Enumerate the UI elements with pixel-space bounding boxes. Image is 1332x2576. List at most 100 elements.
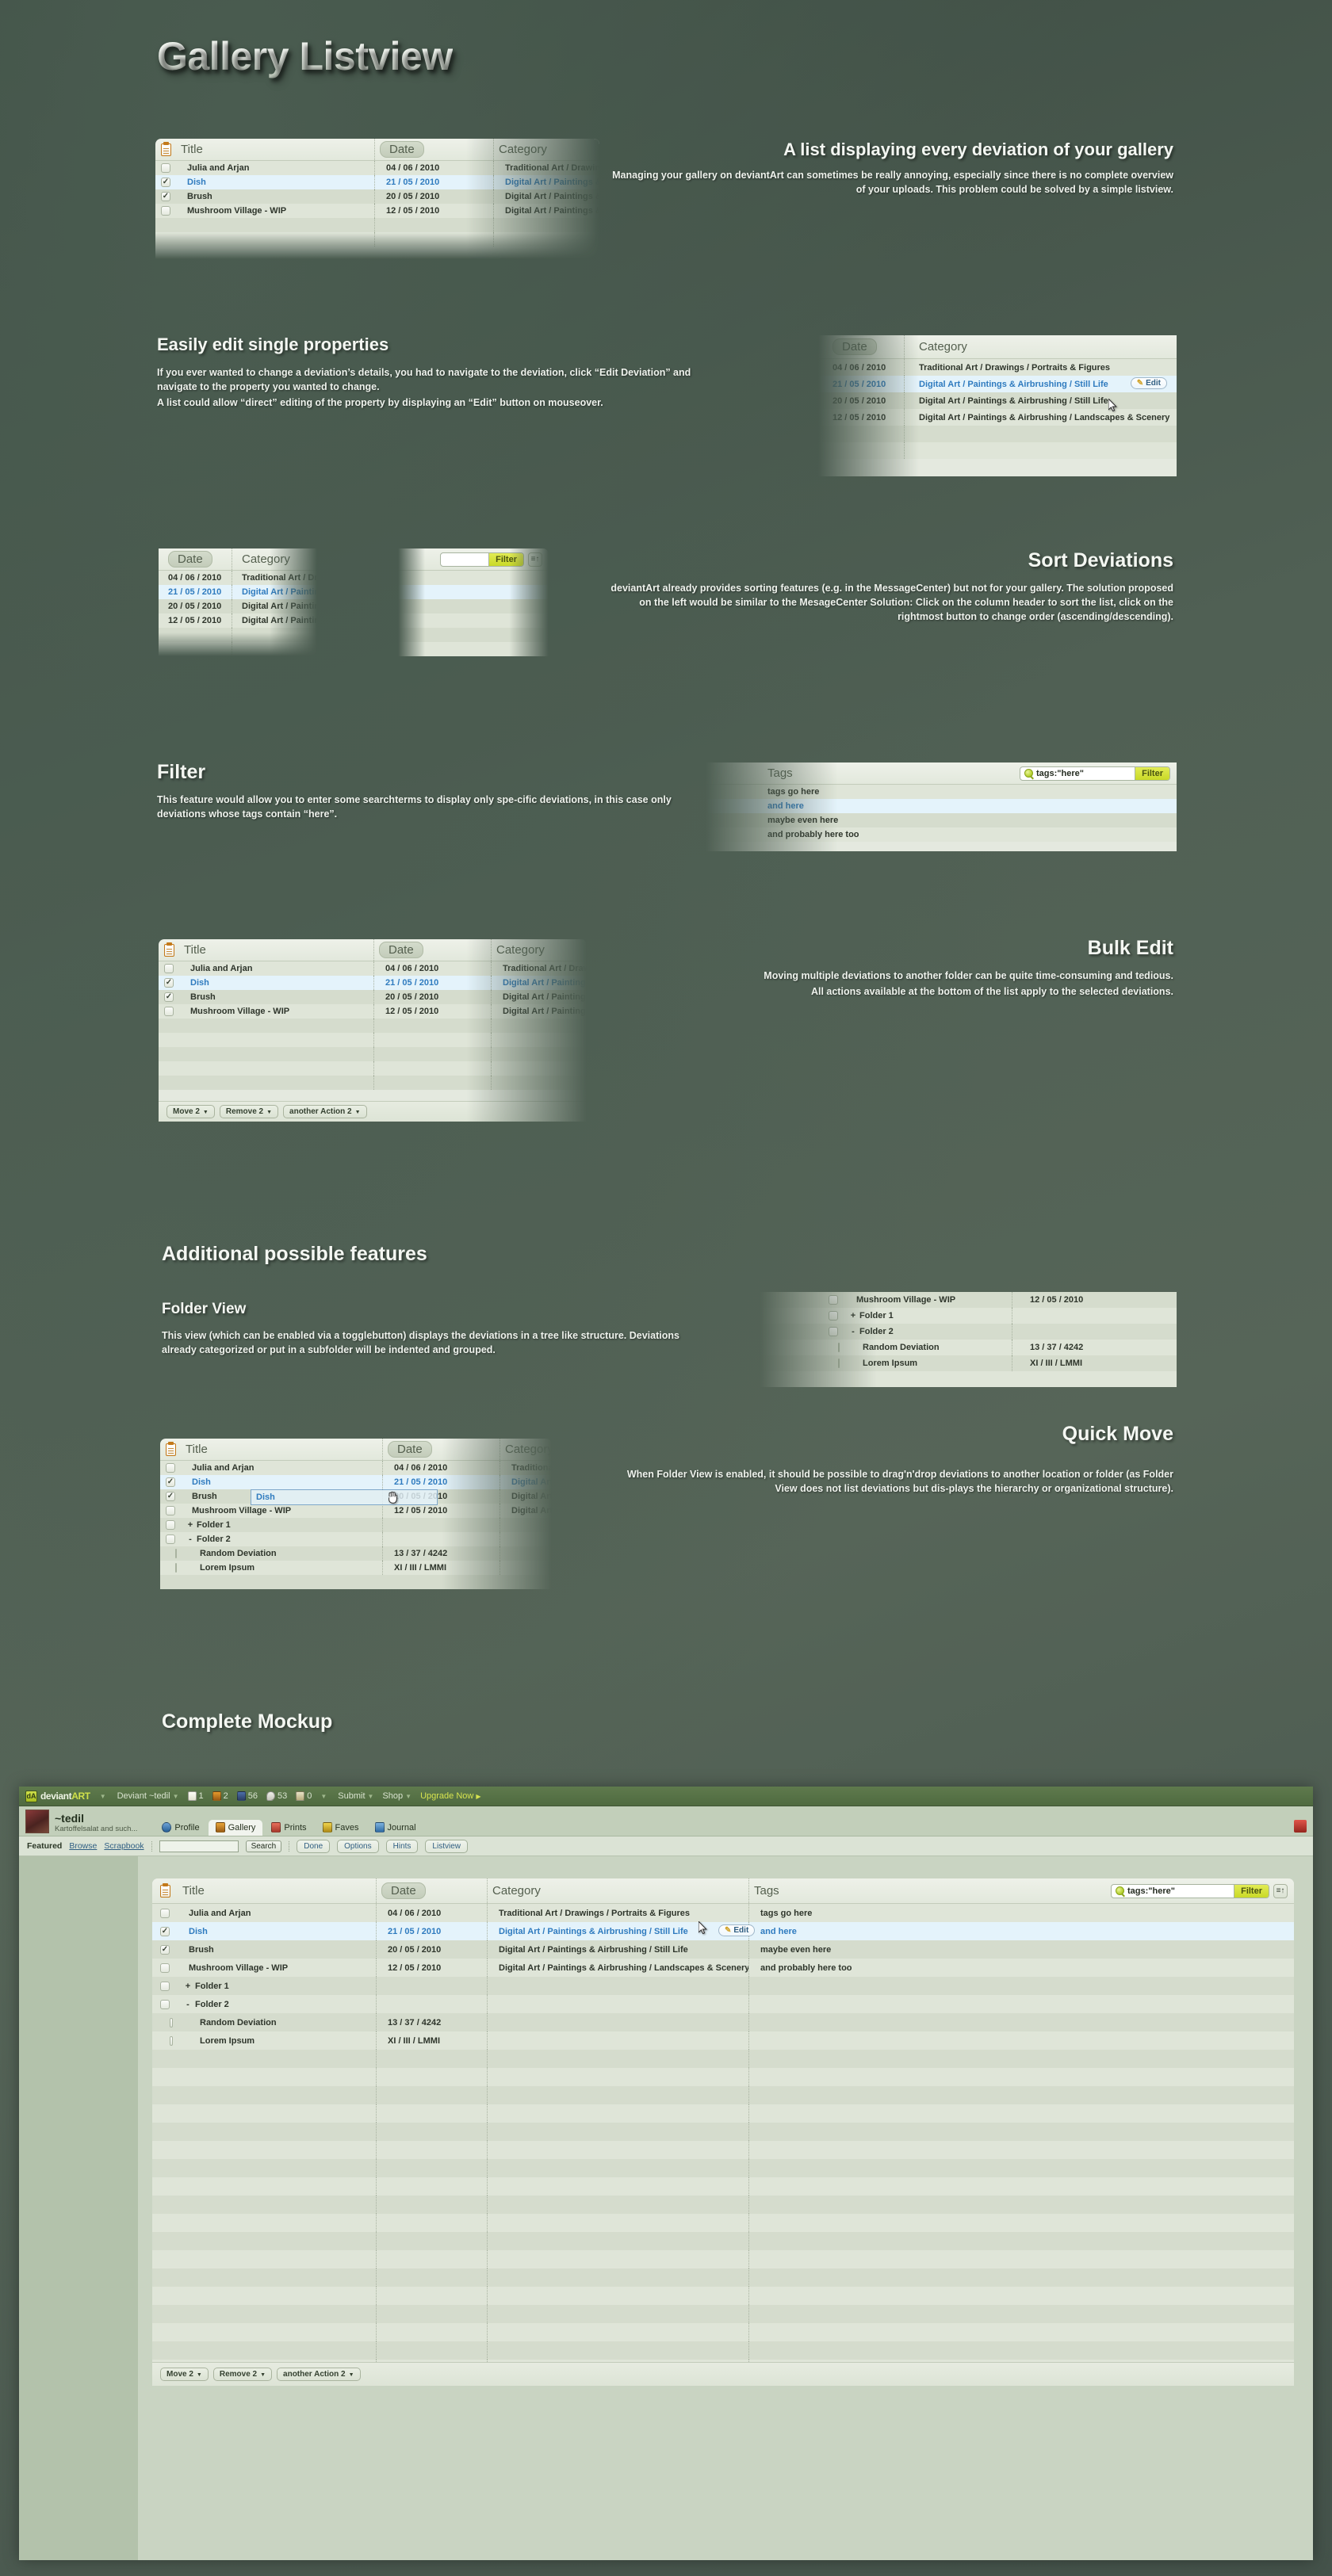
table-row[interactable]: 21 / 05 / 2010 Digital Art / Paintings &… <box>818 376 1177 392</box>
select-all-cell[interactable] <box>160 1439 181 1460</box>
notification-icon[interactable] <box>1294 1820 1307 1833</box>
tab-journal[interactable]: Journal <box>368 1820 423 1836</box>
table-row[interactable]: Mushroom Village - WIP 12 / 05 / 2010 <box>760 1292 1177 1308</box>
column-header-tags[interactable]: Tags <box>748 1878 915 1903</box>
row-checkbox[interactable]: ✓ <box>152 1922 178 1940</box>
column-header-date[interactable]: Date <box>818 335 904 358</box>
counter-watch[interactable]: 56 <box>236 1791 258 1801</box>
tab-faves[interactable]: Faves <box>316 1820 366 1836</box>
table-row[interactable]: ✓ Dish 21 / 05 / 2010 Digital Art / Pain… <box>152 1922 1294 1940</box>
chevron-down-icon[interactable]: ▼ <box>405 1793 411 1800</box>
table-row[interactable]: 04 / 06 / 2010 Traditional Art / Drawing… <box>818 359 1177 376</box>
row-checkbox[interactable] <box>152 1977 178 1995</box>
column-header-date[interactable]: Date <box>382 1439 500 1460</box>
row-checkbox[interactable] <box>152 1904 178 1922</box>
column-header-category[interactable]: Category <box>491 939 587 961</box>
select-all-cell[interactable] <box>159 939 179 961</box>
counter-deviations[interactable]: 2 <box>212 1791 228 1801</box>
table-row[interactable]: 12 / 05 / 2010 Digital Art / Paintings & … <box>159 613 317 628</box>
filter-input[interactable]: tags:"here" <box>1112 1886 1234 1896</box>
move-action-button[interactable]: Move 2 ▼ <box>166 1105 215 1118</box>
folder-expand-toggle[interactable]: + <box>847 1311 859 1320</box>
column-header-title[interactable]: Title <box>176 139 374 160</box>
sort-order-icon[interactable]: ≡↑ <box>528 552 542 567</box>
column-header-title[interactable]: Title <box>179 939 373 961</box>
counter-critiques[interactable]: 0 <box>296 1791 312 1801</box>
row-checkbox[interactable] <box>160 1546 181 1561</box>
row-checkbox[interactable] <box>160 1504 181 1518</box>
table-row[interactable]: Random Deviation 13 / 37 / 4242 <box>760 1340 1177 1355</box>
filter-input[interactable]: tags:"here" <box>1020 768 1135 778</box>
row-checkbox[interactable]: ✓ <box>159 976 179 990</box>
search-input[interactable] <box>159 1840 239 1852</box>
column-header-date[interactable]: Date <box>373 939 491 961</box>
table-row[interactable] <box>398 599 549 613</box>
options-button[interactable]: Options <box>337 1839 379 1853</box>
done-button[interactable]: Done <box>297 1839 331 1853</box>
table-row[interactable]: 20 / 05 / 2010 Digital Art / Paintings &… <box>818 392 1177 409</box>
table-row[interactable] <box>398 571 549 585</box>
table-row[interactable]: + Folder 1 <box>160 1518 552 1532</box>
listview-button[interactable]: Listview <box>425 1839 468 1853</box>
table-row[interactable]: maybe even here <box>706 813 1177 827</box>
table-row[interactable]: + Folder 1 <box>152 1977 1294 1995</box>
table-row[interactable]: 12 / 05 / 2010 Digital Art / Paintings &… <box>818 409 1177 426</box>
row-checkbox[interactable]: ✓ <box>155 189 176 204</box>
column-header-category[interactable]: Category <box>487 1878 748 1903</box>
table-row[interactable]: Julia and Arjan 04 / 06 / 2010 Traditional… <box>160 1461 552 1475</box>
row-checkbox[interactable]: ✓ <box>155 175 176 189</box>
filter-button[interactable]: Filter <box>488 552 523 566</box>
row-checkbox[interactable] <box>159 1004 179 1019</box>
row-checkbox[interactable] <box>160 1561 181 1575</box>
tab-gallery[interactable]: Gallery <box>208 1820 263 1836</box>
table-row[interactable]: ✓ Brush 20 / 05 / 2010 Digital Art / Pai… <box>155 189 599 204</box>
table-row[interactable]: Julia and Arjan 04 / 06 / 2010 Tradition… <box>152 1904 1294 1922</box>
column-header-category[interactable]: Category <box>904 335 1177 358</box>
row-checkbox[interactable] <box>160 1532 181 1546</box>
filter-input-wrapper[interactable]: Filter <box>440 552 524 567</box>
filter-button[interactable]: Filter <box>1135 766 1169 780</box>
row-checkbox[interactable] <box>160 1461 181 1475</box>
table-row[interactable]: 20 / 05 / 2010 Digital Art / Paintings & … <box>159 599 317 613</box>
row-checkbox[interactable] <box>152 2013 178 2031</box>
row-checkbox[interactable]: ✓ <box>159 990 179 1004</box>
row-checkbox[interactable]: ✓ <box>160 1475 181 1489</box>
counter-notes[interactable]: 1 <box>187 1791 204 1801</box>
row-checkbox[interactable] <box>823 1355 844 1371</box>
table-row[interactable]: 21 / 05 / 2010 Digital Art / Paintings & … <box>159 585 317 599</box>
tab-prints[interactable]: Prints <box>264 1820 313 1836</box>
column-header-category[interactable]: Category <box>232 548 317 570</box>
row-checkbox[interactable] <box>823 1340 844 1355</box>
filter-button[interactable]: Filter <box>1234 1884 1269 1898</box>
remove-action-button[interactable]: Remove 2 ▼ <box>219 1105 279 1118</box>
row-checkbox[interactable]: ✓ <box>152 1940 178 1959</box>
column-header-title[interactable]: Title <box>181 1439 382 1460</box>
table-row[interactable]: and here <box>706 799 1177 813</box>
table-row[interactable]: 04 / 06 / 2010 Traditional Art / Drawings… <box>159 571 317 585</box>
table-row[interactable]: ✓ Dish 21 / 05 / 2010Digital Art / Paintin… <box>159 976 587 990</box>
table-row[interactable]: tags go here <box>706 785 1177 799</box>
drag-ghost[interactable]: Dish <box>251 1489 438 1505</box>
select-all-cell[interactable] <box>155 139 176 160</box>
table-row[interactable]: Lorem Ipsum XI / III / LMMI <box>160 1561 552 1575</box>
edit-button[interactable]: ✎ Edit <box>718 1924 756 1936</box>
tab-profile[interactable]: Profile <box>155 1820 206 1836</box>
folder-expand-toggle[interactable]: + <box>181 1982 195 1991</box>
column-header-date[interactable]: Date <box>376 1878 487 1903</box>
select-all-cell[interactable] <box>152 1878 178 1903</box>
search-button[interactable]: Search <box>245 1840 282 1852</box>
table-row[interactable] <box>398 585 549 599</box>
row-checkbox[interactable] <box>823 1324 844 1340</box>
folder-collapse-toggle[interactable]: - <box>847 1327 859 1336</box>
table-row[interactable]: ✓ Dish 21 / 05 / 2010 Digital Art / Pain… <box>155 175 599 189</box>
filter-input-wrapper[interactable]: tags:"here" Filter <box>1111 1883 1269 1898</box>
column-header-category[interactable]: Category <box>493 139 599 160</box>
upgrade-now-link[interactable]: Upgrade Now ▶ <box>420 1791 480 1801</box>
row-checkbox[interactable] <box>155 204 176 218</box>
subbar-featured[interactable]: Featured <box>27 1841 62 1851</box>
table-row[interactable]: - Folder 2 <box>760 1324 1177 1340</box>
column-header-tags[interactable]: Tags <box>706 762 944 784</box>
move-action-button[interactable]: Move 2 ▼ <box>160 2368 209 2381</box>
subbar-scrapbook[interactable]: Scrapbook <box>104 1841 144 1851</box>
table-row[interactable]: Julia and Arjan 04 / 06 / 2010 Tradition… <box>155 161 599 175</box>
